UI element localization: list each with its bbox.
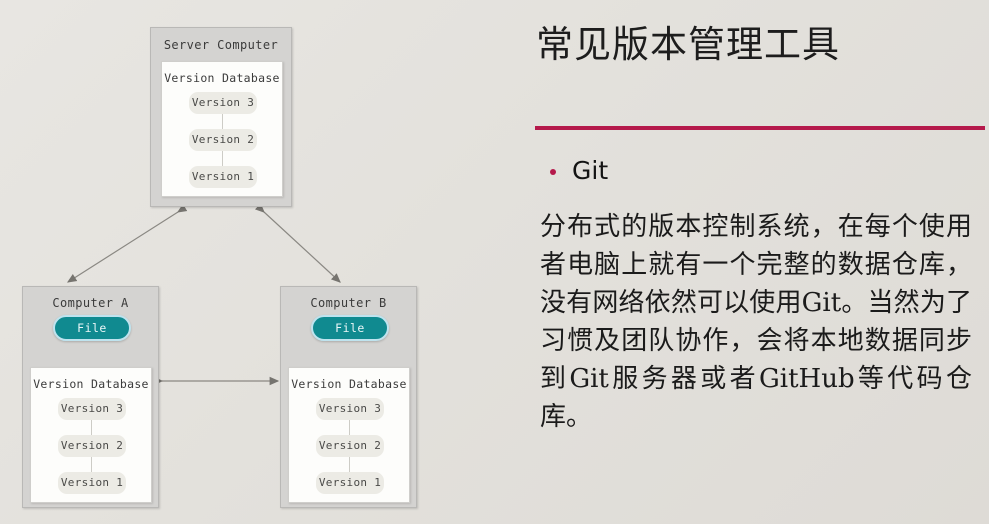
- server-version-database: Version Database Version 3 Version 2 Ver…: [161, 61, 283, 197]
- computer-a-version-pill: Version 1: [58, 472, 126, 494]
- bullet-dot-icon: [550, 169, 556, 175]
- computer-a-version-database-title: Version Database: [33, 377, 149, 391]
- computer-b-file-box: File: [311, 315, 389, 341]
- computer-b-version-pill: Version 3: [316, 398, 384, 420]
- computer-b-title: Computer B: [310, 296, 387, 310]
- server-version-pill: Version 3: [189, 92, 257, 114]
- computer-a-version-pill: Version 3: [58, 398, 126, 420]
- server-version-pill: Version 2: [189, 129, 257, 151]
- computer-a-title: Computer A: [52, 296, 129, 310]
- title-divider: [535, 126, 985, 130]
- server-computer-title: Server Computer: [163, 38, 279, 52]
- computer-a-file-box: File: [53, 315, 131, 341]
- computer-a-version-database: Version Database Version 3 Version 2 Ver…: [30, 367, 152, 503]
- bullet-item-git: Git: [536, 156, 976, 188]
- computer-b-version-pill: Version 1: [316, 472, 384, 494]
- arrow-server-computer-b: [254, 203, 341, 283]
- server-version-database-title: Version Database: [164, 71, 280, 85]
- version-control-diagram: Server Computer Version Database Version…: [0, 0, 510, 524]
- bullet-item-label: Git: [572, 156, 609, 185]
- body-paragraph: 分布式的版本控制系统，在每个使用者电脑上就有一个完整的数据仓库，没有网络依然可以…: [540, 212, 972, 432]
- computer-a-box: Computer A File Version Database Version…: [22, 286, 159, 508]
- computer-b-box: Computer B File Version Database Version…: [280, 286, 417, 508]
- computer-b-version-pill: Version 2: [316, 435, 384, 457]
- content-panel: 常见版本管理工具 Git 分布式的版本控制系统，在每个使用者电脑上就有一个完整的…: [510, 0, 989, 524]
- computer-a-version-pill: Version 2: [58, 435, 126, 457]
- page-title: 常见版本管理工具: [536, 23, 840, 66]
- server-computer-box: Server Computer Version Database Version…: [150, 27, 292, 207]
- computer-b-version-database-title: Version Database: [291, 377, 407, 391]
- slide-canvas: Server Computer Version Database Version…: [0, 0, 989, 524]
- server-version-pill: Version 1: [189, 166, 257, 188]
- computer-b-version-database: Version Database Version 3 Version 2 Ver…: [288, 367, 410, 503]
- arrow-server-computer-a: [66, 203, 188, 283]
